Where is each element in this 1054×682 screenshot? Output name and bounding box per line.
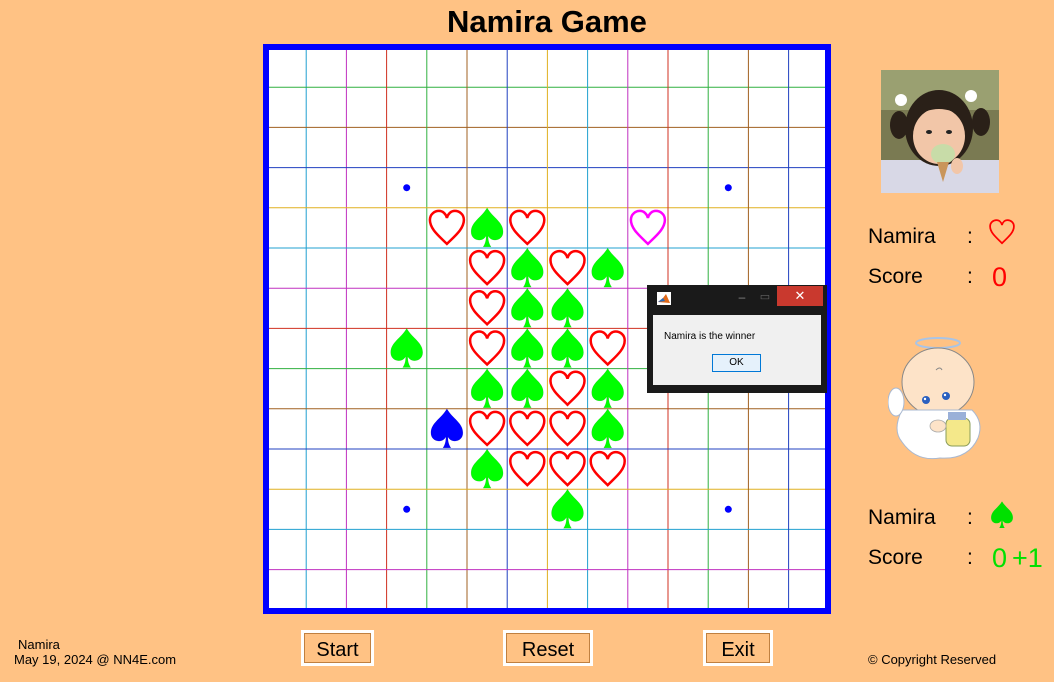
player2-score: 0 [992,543,1008,573]
player1-photo [881,70,999,193]
star-point [403,505,411,513]
player1-score-colon: : [967,265,973,288]
page-title: Namira Game [447,4,647,39]
player2-score-bonus: +1 [1012,543,1043,573]
reset-button[interactable]: Reset [503,630,593,666]
player1-score-label: Score [868,265,923,288]
copyright-text: © Copyright Reserved [868,652,997,667]
player1-score: 0 [992,262,1008,292]
dialog-maximize-button[interactable]: ▭ [758,291,772,303]
player2-baby-image [888,337,981,460]
player2-name-colon: : [967,506,973,529]
exit-button[interactable]: Exit [703,630,773,666]
footer-name: Namira [18,637,60,652]
player2-name: Namira [868,506,936,529]
dialog-minimize-button[interactable]: – [735,291,749,303]
star-point [403,184,411,192]
dialog-body: Namira is the winner OK [653,315,821,385]
start-button[interactable]: Start [301,630,374,666]
player1-name: Namira [868,225,936,248]
matlab-icon [657,292,671,305]
dialog-titlebar[interactable]: – ▭ ✕ [647,285,827,311]
winner-dialog[interactable]: – ▭ ✕ Namira is the winner OK [647,285,827,393]
star-point [724,184,732,192]
footer-date-site: May 19, 2024 @ NN4E.com [14,652,177,667]
ok-button[interactable]: OK [712,354,761,372]
dialog-message: Namira is the winner [664,331,756,342]
dialog-close-button[interactable]: ✕ [777,286,823,306]
spade-icon [991,501,1013,528]
player2-score-colon: : [967,546,973,569]
player1-name-colon: : [967,225,973,248]
footer-info: Namira May 19, 2024 @ NN4E.com [14,637,176,667]
star-point [724,505,732,513]
heart-outline-icon [989,219,1015,245]
player2-score-label: Score [868,546,923,569]
